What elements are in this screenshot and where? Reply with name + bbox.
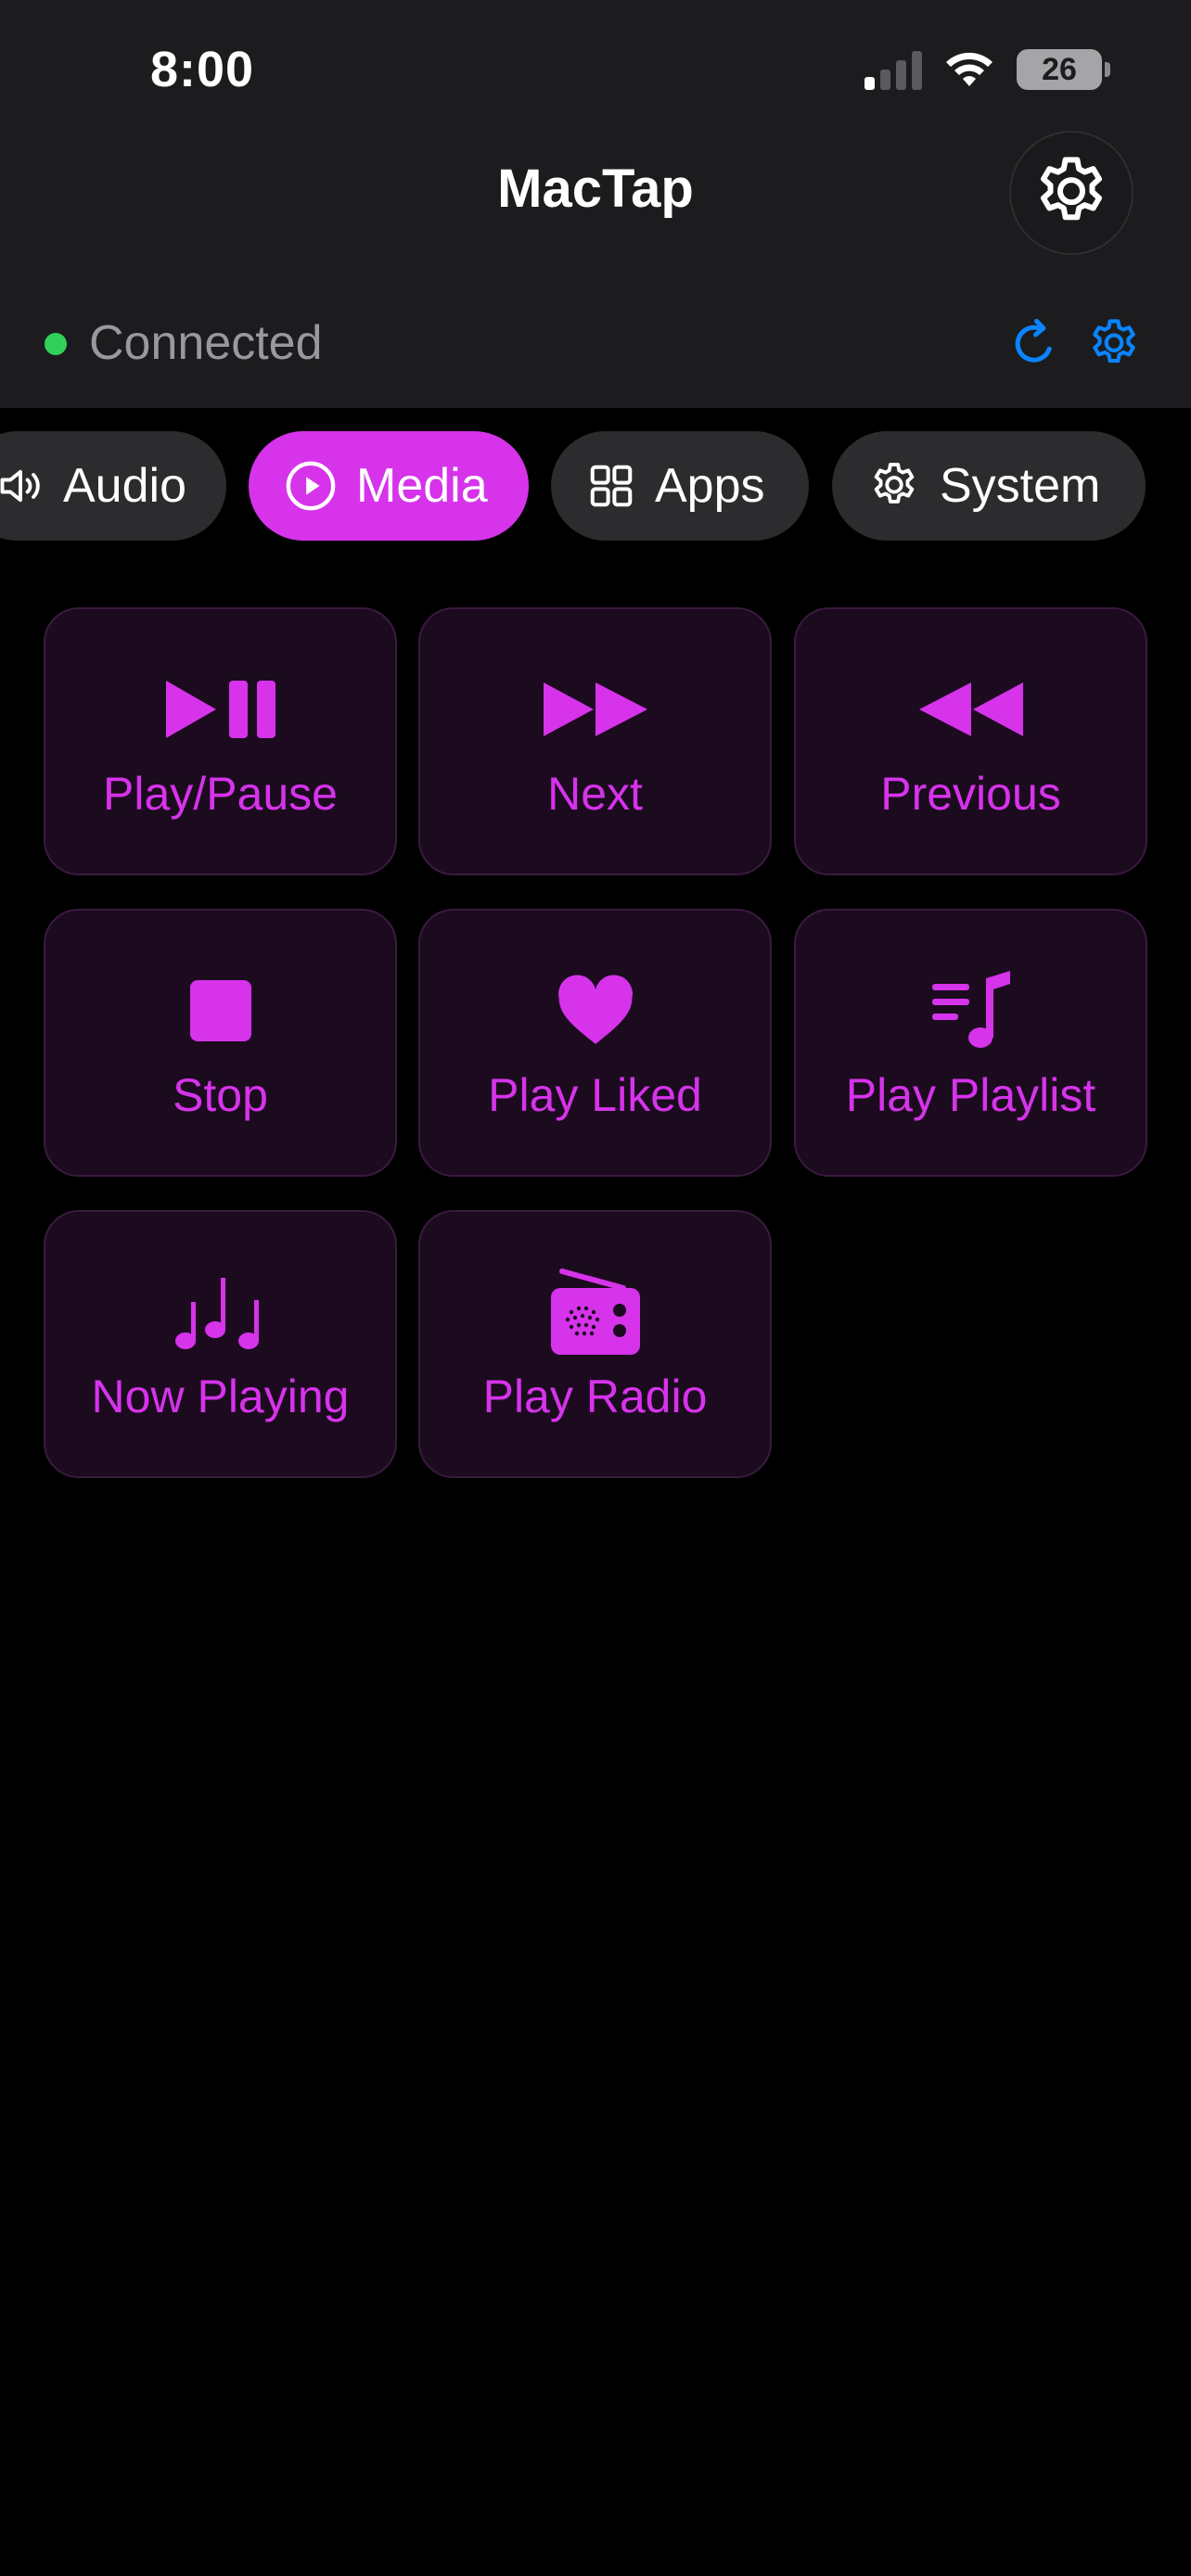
play-pause-button[interactable]: Play/Pause [44, 607, 397, 875]
connection-status-label: Connected [89, 316, 323, 370]
play-circle-icon [286, 461, 336, 511]
playlist-icon [931, 970, 1010, 1048]
tab-label: System [940, 459, 1101, 513]
refresh-icon[interactable] [1006, 315, 1062, 371]
stop-button[interactable]: Stop [44, 909, 397, 1177]
forward-icon [543, 682, 647, 736]
button-label: Play/Pause [103, 767, 338, 820]
status-time: 8:00 [150, 42, 255, 97]
button-label: Play Radio [482, 1370, 708, 1422]
gear-icon [1041, 157, 1102, 221]
grid-icon [590, 465, 633, 507]
gear-icon[interactable] [1085, 315, 1143, 373]
tab-label: Apps [655, 459, 765, 513]
tab-apps[interactable]: Apps [551, 431, 809, 541]
connection-bar: Connected [0, 297, 1191, 389]
button-label: Play Playlist [845, 1068, 1096, 1121]
button-label: Previous [880, 767, 1061, 820]
button-label: Stop [173, 1068, 268, 1121]
connection-status-dot [45, 333, 67, 355]
wifi-icon [946, 52, 992, 86]
gear-icon [874, 463, 915, 504]
settings-button[interactable] [1009, 131, 1133, 255]
heart-icon [557, 974, 633, 1044]
music-notes-icon [174, 1277, 259, 1349]
status-bar: 8:00 26 [0, 0, 1191, 139]
previous-button[interactable]: Previous [794, 607, 1147, 875]
tab-audio[interactable]: Audio [0, 431, 226, 541]
backward-icon [918, 682, 1023, 736]
play-liked-button[interactable]: Play Liked [418, 909, 772, 1177]
speaker-icon [0, 469, 40, 503]
now-playing-button[interactable]: Now Playing [44, 1210, 397, 1478]
button-label: Play Liked [488, 1068, 702, 1121]
battery-icon: 26 [1017, 49, 1110, 90]
play-radio-button[interactable]: Play Radio [418, 1210, 772, 1478]
play-pause-icon [165, 680, 275, 738]
app-screen: 8:00 26 MacTap Connected Audio Media App… [0, 0, 1191, 2576]
cellular-signal-icon [864, 49, 922, 90]
tab-label: Audio [63, 459, 186, 513]
tab-system[interactable]: System [832, 431, 1146, 541]
status-icons: 26 [864, 46, 1110, 93]
stop-icon [189, 979, 251, 1041]
button-label: Next [547, 767, 643, 820]
radio-icon [550, 1268, 640, 1355]
tab-label: Media [356, 459, 488, 513]
tab-media[interactable]: Media [249, 431, 529, 541]
navigation-bar: MacTap [0, 131, 1191, 255]
next-button[interactable]: Next [418, 607, 772, 875]
battery-level: 26 [1042, 51, 1077, 87]
button-label: Now Playing [91, 1370, 350, 1422]
play-playlist-button[interactable]: Play Playlist [794, 909, 1147, 1177]
header-area: 8:00 26 MacTap Connected [0, 0, 1191, 408]
category-tabs: Audio Media Apps System [0, 431, 1191, 542]
